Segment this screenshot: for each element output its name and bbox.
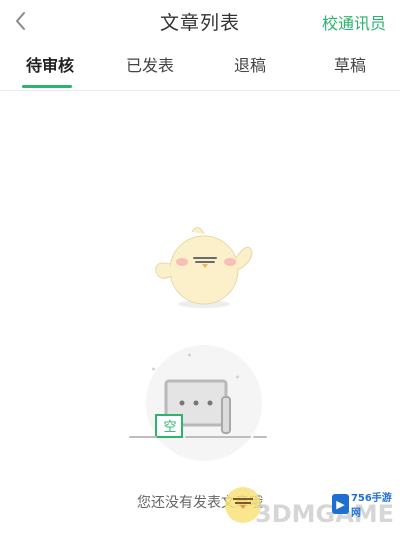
tab-rejected[interactable]: 退稿 (200, 42, 300, 90)
site-badge-text: 756手游网 (350, 493, 392, 519)
empty-folder-illustration (129, 345, 267, 461)
tab-label: 已发表 (125, 56, 174, 75)
top-bar: 文章列表 校通讯员 (0, 0, 400, 42)
site-logo-icon: ▶ (332, 494, 349, 514)
tab-label: 草稿 (333, 56, 366, 75)
empty-badge-label: 空 (163, 420, 177, 435)
tab-label: 待审核 (25, 56, 74, 75)
tab-pending-review[interactable]: 待审核 (0, 42, 100, 90)
active-tab-indicator (22, 85, 72, 88)
chick-mascot-illustration (155, 227, 253, 308)
tab-published[interactable]: 已发表 (100, 42, 200, 90)
tab-label: 退稿 (233, 56, 266, 75)
tab-drafts[interactable]: 草稿 (300, 42, 400, 90)
correspondent-button[interactable]: 校通讯员 (322, 10, 386, 34)
tab-bar: 待审核 已发表 退稿 草稿 (0, 42, 400, 91)
site-badge: ▶ 756手游网 (332, 492, 394, 519)
